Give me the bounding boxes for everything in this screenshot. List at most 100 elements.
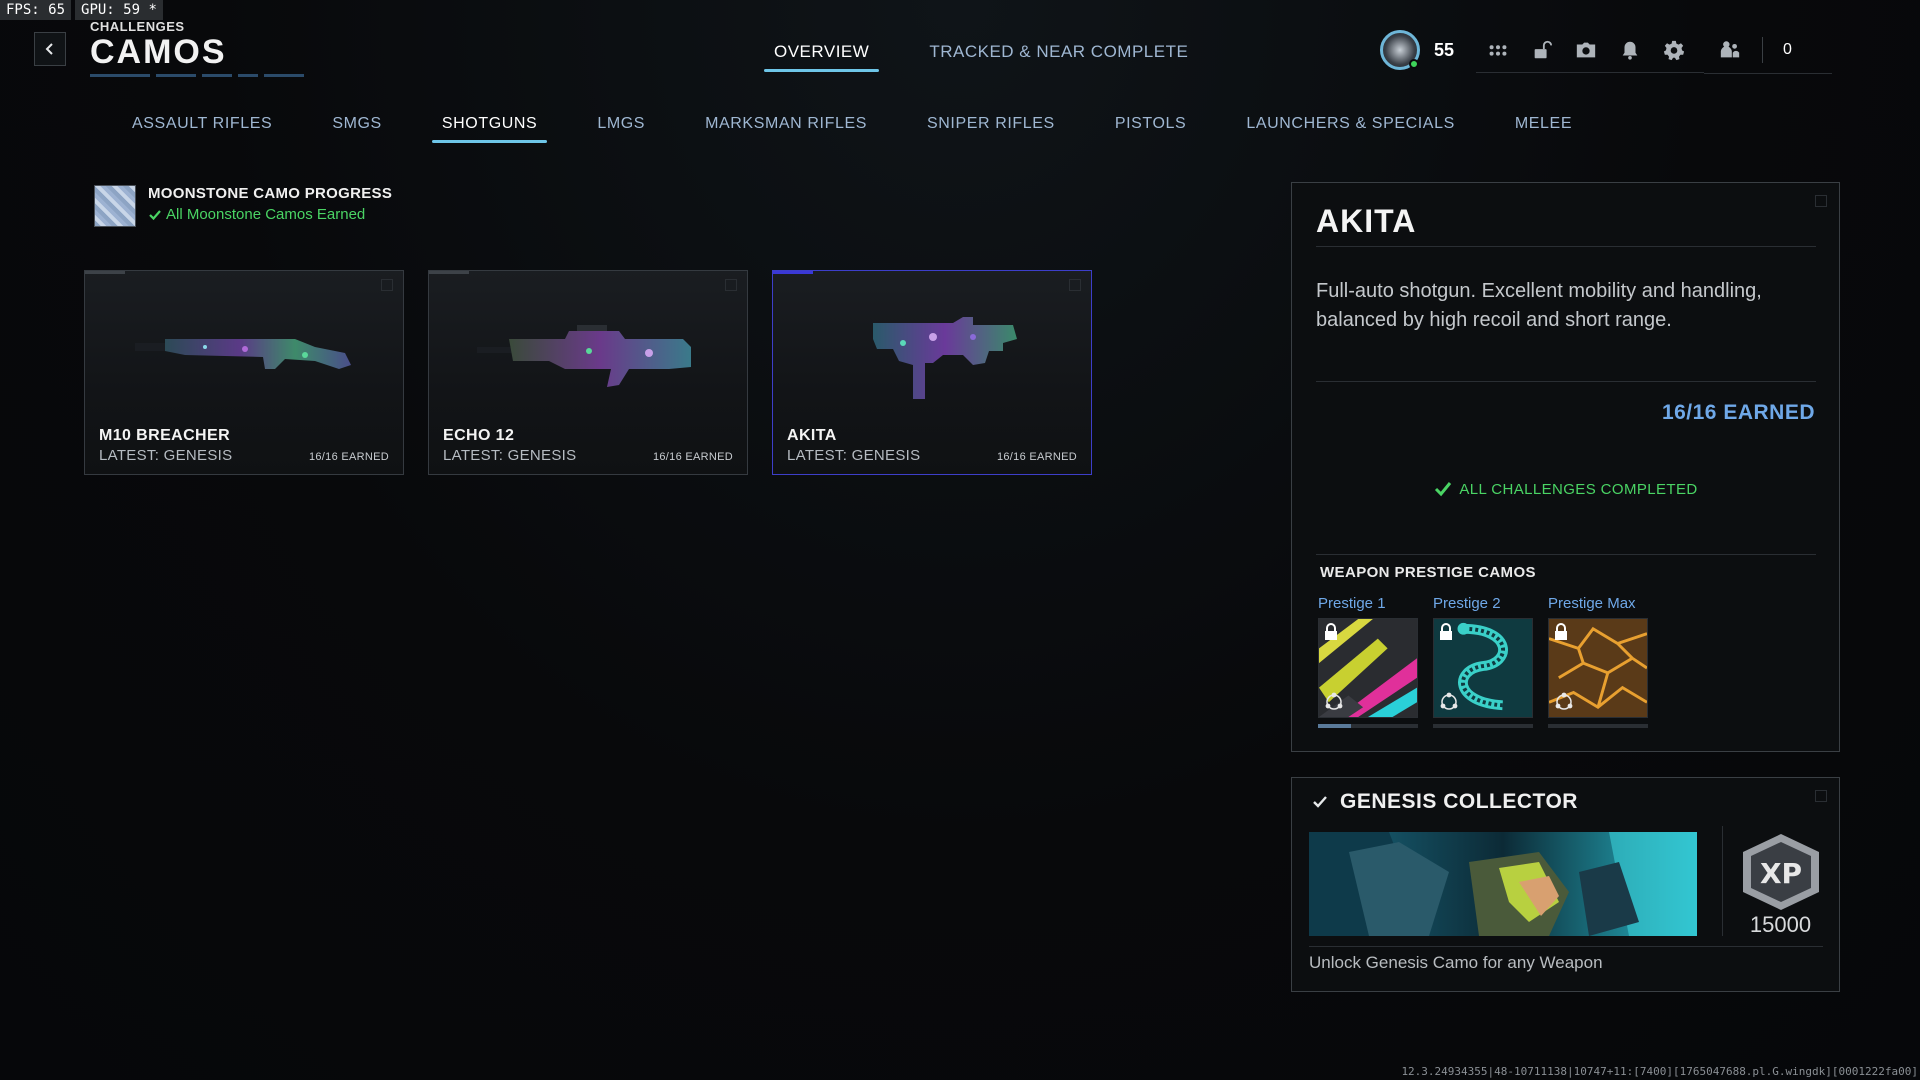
challenges-complete-status: ALL CHALLENGES COMPLETED xyxy=(1292,479,1839,499)
weapon-image-echo-12 xyxy=(477,325,691,387)
prestige-camo-label: Prestige 2 xyxy=(1433,595,1501,612)
prestige-camos-header: WEAPON PRESTIGE CAMOS xyxy=(1320,564,1536,581)
triad-icon xyxy=(1325,692,1343,710)
weapon-name: AKITA xyxy=(787,427,837,444)
collector-header: GENESIS COLLECTOR xyxy=(1312,790,1578,814)
prestige-camo-1[interactable]: Prestige 1 xyxy=(1318,595,1418,728)
tab-melee[interactable]: MELEE xyxy=(1505,113,1582,143)
tab-sniper-rifles[interactable]: SNIPER RIFLES xyxy=(917,113,1065,143)
tab-launchers-specials[interactable]: LAUNCHERS & SPECIALS xyxy=(1236,113,1465,143)
settings-gear-icon[interactable] xyxy=(1662,38,1686,62)
weapon-earned-count: 16/16 EARNED xyxy=(996,451,1077,463)
weapon-name: ECHO 12 xyxy=(443,427,515,444)
lock-icon xyxy=(1325,623,1337,640)
genesis-collector-panel[interactable]: GENESIS COLLECTOR XP 15000 Unlock Genesi… xyxy=(1291,777,1840,992)
tab-smgs[interactable]: SMGS xyxy=(322,113,392,143)
moonstone-camo-thumbnail xyxy=(94,185,136,227)
prestige-emblem-icon[interactable] xyxy=(1380,30,1420,70)
triad-icon xyxy=(1555,692,1573,710)
top-tabs: OVERVIEW TRACKED & NEAR COMPLETE xyxy=(764,40,1198,72)
card-corner-mark xyxy=(381,279,393,291)
player-level: 55 xyxy=(1434,39,1455,60)
lock-icon xyxy=(1555,623,1567,640)
tab-lmgs[interactable]: LMGS xyxy=(587,113,655,143)
challenges-complete-text: ALL CHALLENGES COMPLETED xyxy=(1459,480,1698,498)
prestige-progress-bar xyxy=(1318,724,1418,728)
moonstone-status-text: All Moonstone Camos Earned xyxy=(166,206,366,223)
weapon-detail-panel: AKITA Full-auto shotgun. Excellent mobil… xyxy=(1291,182,1840,752)
xp-reward: XP 15000 xyxy=(1722,826,1822,937)
chevron-left-icon xyxy=(45,43,53,55)
divider xyxy=(1316,554,1816,555)
collector-title: GENESIS COLLECTOR xyxy=(1340,790,1578,813)
weapon-earned-count: 16/16 EARNED xyxy=(308,451,389,463)
prestige-camo-thumbnail xyxy=(1433,618,1533,718)
prestige-progress-fill xyxy=(1318,724,1351,728)
collector-reward-art xyxy=(1309,832,1697,936)
fps-counter: FPS: 65 xyxy=(0,0,72,20)
moonstone-progress: MOONSTONE CAMO PROGRESS All Moonstone Ca… xyxy=(94,185,392,227)
grid-menu-icon[interactable] xyxy=(1486,38,1510,62)
triad-icon xyxy=(1440,692,1458,710)
prestige-camo-thumbnail xyxy=(1548,618,1648,718)
tab-tracked-near-complete[interactable]: TRACKED & NEAR COMPLETE xyxy=(919,40,1198,72)
unlock-icon[interactable] xyxy=(1530,38,1554,62)
weapon-latest-camo: LATEST: GENESIS xyxy=(443,447,577,464)
weapon-latest-camo: LATEST: GENESIS xyxy=(787,447,921,464)
tab-shotguns[interactable]: SHOTGUNS xyxy=(431,113,548,143)
collector-description: Unlock Genesis Camo for any Weapon xyxy=(1309,946,1823,973)
detail-description: Full-auto shotgun. Excellent mobility an… xyxy=(1316,280,1762,331)
performance-overlay: FPS: 65 GPU: 59 * xyxy=(0,0,163,20)
checkmark-icon xyxy=(149,209,161,220)
back-button[interactable] xyxy=(34,32,66,66)
tab-assault-rifles[interactable]: ASSAULT RIFLES xyxy=(122,113,282,143)
weapon-category-tabs: ASSAULT RIFLES SMGS SHOTGUNS LMGS MARKSM… xyxy=(122,113,1582,143)
prestige-camo-max[interactable]: Prestige Max xyxy=(1548,595,1648,728)
divider xyxy=(1316,381,1816,382)
weapon-card-echo-12[interactable]: ECHO 12 LATEST: GENESIS 16/16 EARNED xyxy=(428,270,748,475)
hud-icons xyxy=(1476,38,1704,73)
prestige-camo-2[interactable]: Prestige 2 xyxy=(1433,595,1533,728)
weapon-card-m10-breacher[interactable]: M10 BREACHER LATEST: GENESIS 16/16 EARNE… xyxy=(84,270,404,475)
weapon-latest-camo: LATEST: GENESIS xyxy=(99,447,233,464)
online-status-dot xyxy=(1409,59,1419,69)
friends-section: 0 xyxy=(1704,36,1832,74)
prestige-camos-row: Prestige 1 Prestige 2 Prestige Max xyxy=(1318,595,1648,728)
notification-bell-icon[interactable] xyxy=(1618,38,1642,62)
page-supertitle: CHALLENGES xyxy=(90,19,185,34)
hud-bar: 55 0 xyxy=(1380,26,1832,74)
detail-weapon-name: AKITA xyxy=(1316,203,1816,247)
prestige-camo-label: Prestige 1 xyxy=(1318,595,1386,612)
weapon-card-akita[interactable]: AKITA LATEST: GENESIS 16/16 EARNED xyxy=(772,270,1092,475)
weapon-card-grid: M10 BREACHER LATEST: GENESIS 16/16 EARNE… xyxy=(84,270,1092,475)
xp-badge-icon: XP xyxy=(1743,834,1819,910)
card-corner-mark xyxy=(1069,279,1081,291)
friends-icon[interactable] xyxy=(1718,38,1742,62)
moonstone-title: MOONSTONE CAMO PROGRESS xyxy=(148,185,393,202)
detail-earned-count: 16/16 EARNED xyxy=(1661,401,1815,424)
prestige-camo-label: Prestige Max xyxy=(1548,595,1636,612)
checkmark-icon xyxy=(1313,796,1327,808)
prestige-progress-bar xyxy=(1548,724,1648,728)
weapon-name: M10 BREACHER xyxy=(99,427,231,444)
hud-divider xyxy=(1762,36,1763,63)
tab-marksman-rifles[interactable]: MARKSMAN RIFLES xyxy=(695,113,877,143)
build-version: 12.3.24934355|48-10711138|10747+11:[7400… xyxy=(1401,1065,1918,1078)
title-block: CHALLENGES CAMOS xyxy=(90,19,304,77)
weapon-earned-count: 16/16 EARNED xyxy=(652,451,733,463)
checkmark-icon xyxy=(1435,482,1452,497)
camera-icon[interactable] xyxy=(1574,38,1598,62)
moonstone-status: All Moonstone Camos Earned xyxy=(148,206,392,223)
weapon-image-akita xyxy=(873,317,1017,399)
friends-online-count: 0 xyxy=(1783,40,1792,58)
tab-pistols[interactable]: PISTOLS xyxy=(1105,113,1197,143)
title-decoration xyxy=(90,74,304,77)
prestige-camo-thumbnail xyxy=(1318,618,1418,718)
weapon-image-m10-breacher xyxy=(135,339,351,369)
xp-amount: 15000 xyxy=(1749,912,1812,937)
card-corner-mark xyxy=(725,279,737,291)
gpu-counter: GPU: 59 * xyxy=(75,0,163,20)
tab-overview[interactable]: OVERVIEW xyxy=(764,40,880,72)
panel-corner-mark xyxy=(1815,790,1827,802)
lock-icon xyxy=(1440,623,1452,640)
